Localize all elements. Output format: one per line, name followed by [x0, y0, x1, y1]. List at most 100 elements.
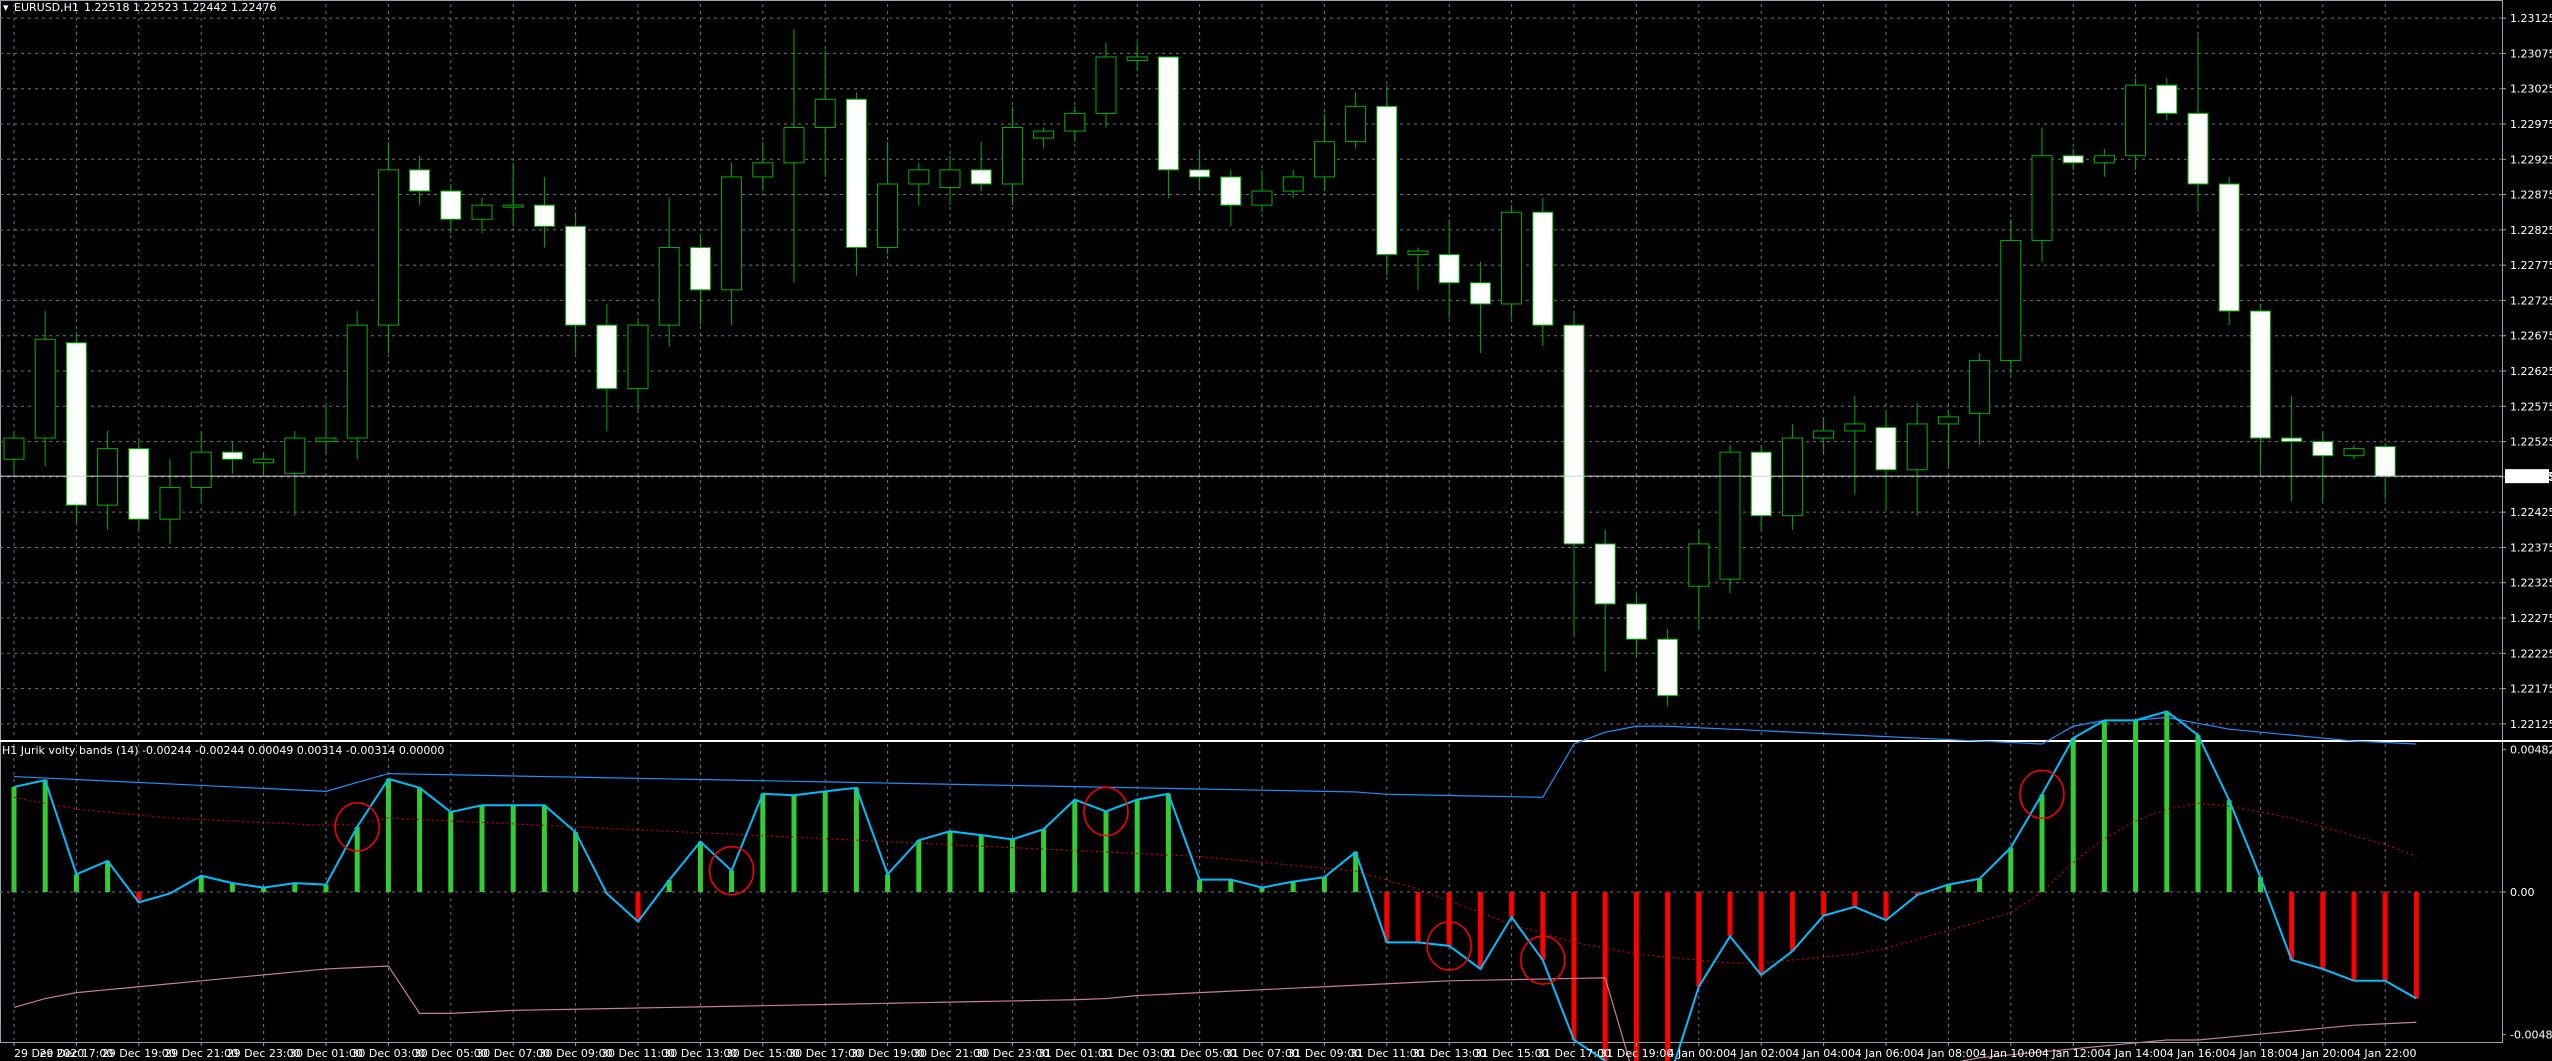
candle-body [1407, 250, 1429, 256]
candle-body [2374, 446, 2396, 477]
time-tick-label: 4 Jan 22:00 [2354, 1047, 2417, 1060]
candle-body [939, 169, 961, 189]
price-tick-label: 1.22325 [2510, 577, 2552, 590]
candle-body [1001, 127, 1023, 185]
time-tick-label: 4 Jan 18:00 [2229, 1047, 2292, 1060]
candle-body [1126, 56, 1148, 61]
candle-body [1501, 211, 1523, 305]
price-tick-label: 1.22725 [2510, 294, 2552, 307]
candle-body [1781, 437, 1803, 517]
histogram-bar [292, 883, 298, 892]
price-tick-label: 1.22525 [2510, 436, 2552, 449]
histogram-bar [2070, 738, 2076, 892]
candle-body [502, 204, 524, 208]
candle-body [565, 225, 587, 326]
candle-body [97, 448, 119, 506]
price-tick-label: 1.22575 [2510, 400, 2552, 413]
histogram-bar [385, 778, 391, 892]
histogram-bar [1852, 892, 1858, 907]
candle-body [1033, 130, 1055, 139]
candle-body [1064, 112, 1086, 132]
candle-body [1594, 543, 1616, 605]
candle-body [1469, 282, 1491, 305]
histogram-bar [1197, 879, 1203, 892]
time-tick-label: 4 Jan 04:00 [1792, 1047, 1855, 1060]
candle-body [721, 176, 743, 291]
candle-body [970, 169, 992, 185]
candle-body [221, 451, 243, 460]
candle-body [2312, 441, 2334, 457]
candle-body [783, 127, 805, 164]
candle-body [814, 98, 836, 129]
histogram-bar [1228, 879, 1234, 892]
candle-body [1157, 56, 1179, 171]
histogram-bar [1727, 892, 1733, 937]
price-tick-label: 1.23025 [2510, 83, 2552, 96]
histogram-bar [729, 870, 735, 892]
histogram-bar [2413, 892, 2419, 999]
candle-body [658, 246, 680, 326]
candle-body [284, 437, 306, 474]
candle-body [1813, 430, 1835, 439]
histogram-bar [1415, 892, 1421, 943]
histogram-bar [42, 780, 48, 892]
price-tick-label: 1.23075 [2510, 47, 2552, 60]
candle-body [1937, 416, 1959, 425]
candle-body [128, 448, 150, 520]
candle-body [2156, 84, 2178, 114]
candle-body [1282, 176, 1304, 192]
price-tick-label: 1.22875 [2510, 189, 2552, 202]
histogram-bar [1789, 892, 1795, 952]
histogram-bar [1477, 892, 1483, 969]
candle-body [596, 324, 618, 390]
candle-body [1438, 254, 1460, 284]
candle-body [346, 324, 368, 439]
candle-body [1313, 141, 1335, 178]
histogram-bar [1540, 892, 1546, 961]
candle-body [689, 246, 711, 291]
histogram-bar [978, 835, 984, 892]
histogram-bar [229, 883, 235, 892]
time-tick-label: 4 Jan 06:00 [1855, 1047, 1918, 1060]
candle-body [2281, 437, 2303, 443]
indicator-label: H1 Jurik volty bands (14) -0.00244 -0.00… [2, 744, 444, 757]
candle-body [3, 437, 25, 460]
candle-body [1750, 451, 1772, 517]
candle-body [2343, 448, 2365, 457]
price-tick-label: 1.22925 [2510, 153, 2552, 166]
candle-body [1906, 423, 1928, 471]
candle-body [2031, 155, 2053, 241]
dropdown-arrow-icon[interactable]: ▾ [3, 1, 9, 14]
histogram-bar [1821, 892, 1827, 916]
price-tick-label: 1.22775 [2510, 259, 2552, 272]
histogram-bar [2289, 892, 2295, 961]
time-tick-label: 31 Dec 19:00 [1599, 1047, 1673, 1060]
histogram-bar [1134, 799, 1140, 892]
candle-body [1625, 603, 1647, 640]
candle-body [471, 204, 493, 220]
candle-body [533, 204, 555, 227]
indicator-tick-label: 0.00482 [2510, 743, 2552, 756]
candle-body [908, 169, 930, 185]
histogram-bar [105, 860, 111, 892]
candle-body [253, 458, 275, 464]
histogram-bar [1072, 799, 1078, 892]
price-tick-label: 1.22275 [2510, 612, 2552, 625]
price-tick-label: 1.22125 [2510, 718, 2552, 731]
histogram-bar [2101, 720, 2107, 892]
histogram-bar [573, 832, 579, 892]
histogram-bar [448, 812, 454, 892]
histogram-bar [479, 805, 485, 892]
histogram-bar [354, 826, 360, 892]
indicator-tick-label: -0.00482 [2510, 1029, 2552, 1042]
candle-body [1189, 169, 1211, 178]
histogram-bar [1977, 878, 1983, 892]
price-tick-label: 1.22675 [2510, 330, 2552, 343]
candle-body [1719, 451, 1741, 580]
ohlc-label: 1.22518 1.22523 1.22442 1.22476 [84, 1, 276, 14]
histogram-bar [1321, 877, 1327, 892]
candle-body [2125, 84, 2147, 157]
candle-body [2218, 183, 2240, 312]
candle-body [159, 486, 181, 520]
candle-body [409, 169, 431, 192]
